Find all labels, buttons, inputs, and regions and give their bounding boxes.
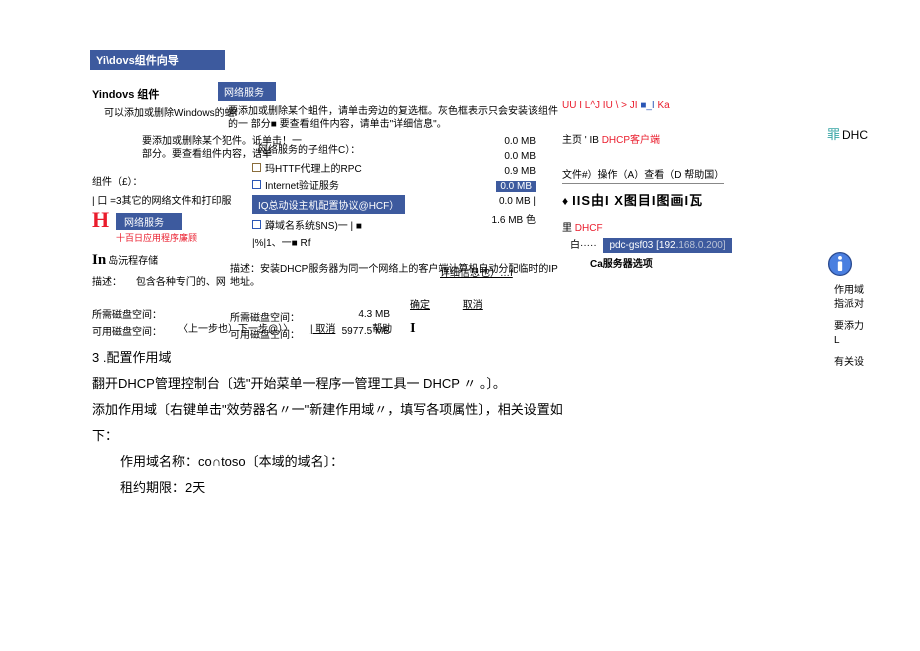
cancel-button-2[interactable]: | 取消 bbox=[310, 324, 335, 335]
remote-storage-label: 岛沅程存储 bbox=[108, 256, 158, 267]
network-services-label: 网络服务 bbox=[116, 213, 182, 230]
option-rf-label: |%|1、一■ Rf bbox=[252, 234, 310, 249]
document-body: 3 .配置作用域 翻开DHCP管理控制台〔选"开始菜单一程序一管理工具一 DHC… bbox=[92, 346, 563, 502]
desc-label: 描述： bbox=[92, 277, 122, 288]
scope-line4: L bbox=[834, 334, 864, 348]
checkbox-icon[interactable] bbox=[252, 163, 261, 172]
dhc-label: 罪DHC bbox=[827, 124, 868, 143]
toolbar-iis[interactable]: ♦IIS由I X图目I图画I瓦 bbox=[562, 190, 872, 209]
scope-info-text: 作用域 指派对 要添力 L 有关设 bbox=[834, 284, 864, 370]
iis-text: IIS由I X图目I图画I瓦 bbox=[572, 193, 703, 208]
home-label: 主页 ' IB bbox=[562, 135, 599, 146]
checkbox-icon[interactable] bbox=[252, 220, 261, 229]
size-4: 0.0 MB | bbox=[438, 196, 536, 207]
body-l5: 作用域名称：co∩toso〔本域的域名〕： bbox=[120, 450, 563, 474]
option-dhcp-highlighted[interactable]: IQ总动设主机配置协议@HCF） bbox=[252, 195, 405, 214]
line1-c: Ka bbox=[657, 100, 669, 111]
size-column: 0.0 MB 0.0 MB 0.9 MB 0.0 MB 0.0 MB | 1.6… bbox=[438, 136, 536, 230]
network-services-title: 网络服务 bbox=[218, 82, 276, 101]
size-3-highlighted: 0.0 MB bbox=[496, 181, 536, 192]
desc-text: 包含各种专门的、网 bbox=[136, 277, 226, 288]
wizard-titlebar: Yi\dovs组件向导 bbox=[90, 50, 225, 70]
size-2: 0.9 MB bbox=[438, 166, 536, 177]
tree-branch-icon: 白····· bbox=[570, 240, 597, 251]
dhcp-client-label: DHCP客户端 bbox=[599, 135, 660, 146]
checkbox-icon[interactable] bbox=[252, 180, 261, 189]
info-icon bbox=[826, 250, 854, 281]
wizard-nav-row: 〈上一步也）下一步@）〉 | 取消 帮助 I bbox=[178, 320, 444, 337]
network-services-para: 要添加或删除某个蛆件，请单击旁边的复选框。灰色框表示只会安装该组件的一 部分■ … bbox=[228, 105, 558, 131]
tree-root-label: DHCF bbox=[572, 223, 603, 234]
size-1: 0.0 MB bbox=[438, 151, 536, 162]
help-button[interactable]: 帮助 I bbox=[372, 324, 429, 335]
breadcrumb: 主页 ' IB DHCP客户端 bbox=[562, 131, 872, 146]
right-line1: UU I L^J IU \ > JI ■_I Ka bbox=[562, 100, 872, 111]
letter-h-icon: H bbox=[92, 207, 109, 233]
size-0: 0.0 MB bbox=[438, 136, 536, 147]
cancel-button[interactable]: 取消 bbox=[463, 300, 483, 311]
scope-line1: 作用域 bbox=[834, 284, 864, 298]
dhc-teal-icon: 罪 bbox=[827, 127, 840, 142]
line1-a: UU I L^J IU \ > JI bbox=[562, 100, 638, 111]
host-ip: 168.0.200] bbox=[678, 240, 725, 251]
diamond-icon: ♦ bbox=[562, 194, 569, 208]
body-l4: 下： bbox=[92, 424, 563, 448]
ok-cancel-row: 确定 取消 bbox=[410, 296, 513, 311]
scope-line5: 有关设 bbox=[834, 356, 864, 370]
size-5: 1.6 MB 色 bbox=[438, 211, 536, 226]
body-l2: 翻开DHCP管理控制台〔选"开始菜单一程序一管理工具一 DHCP 〃 。〕。 bbox=[92, 372, 563, 396]
scope-line3: 要添力 bbox=[834, 320, 864, 334]
line1-b: ■_I bbox=[638, 100, 658, 111]
option-rf[interactable]: |%|1、一■ Rf bbox=[252, 234, 558, 249]
tree-root[interactable]: 里 DHCF bbox=[562, 219, 872, 234]
letter-i-icon: I bbox=[410, 321, 415, 336]
right-panel: UU I L^J IU \ > JI ■_I Ka 主页 ' IB DHCP客户… bbox=[562, 100, 872, 270]
option-rpc-label: 玛HTTF代理上的RPC bbox=[265, 160, 362, 175]
details-button[interactable]: 详细信息也）…I bbox=[440, 264, 513, 279]
dhc-text: DHC bbox=[842, 128, 868, 142]
scope-line2: 指派对 bbox=[834, 298, 864, 312]
menu-bar[interactable]: 文件#）操作（A）查看（D 帮助国） bbox=[562, 166, 724, 184]
tree-root-bullet: 里 bbox=[562, 223, 572, 234]
body-l3: 添加作用域〔右键单击"效劳器名〃一"新建作用域〃，填写各项属性〕，相关设置如 bbox=[92, 398, 563, 422]
body-l1: 3 .配置作用域 bbox=[92, 346, 563, 370]
ok-button[interactable]: 确定 bbox=[410, 300, 430, 311]
prev-next-button[interactable]: 〈上一步也）下一步@）〉 bbox=[178, 324, 293, 335]
option-dns-label: 蹲域名系统§NS)一 | ■ bbox=[265, 217, 362, 232]
help-label: 帮助 bbox=[372, 324, 392, 335]
option-ias-label: Internet验证服务 bbox=[265, 177, 339, 192]
body-l6: 租约期限：2天 bbox=[120, 476, 563, 500]
host-name: pdc-gsf03 [192. bbox=[609, 240, 678, 251]
tree-host[interactable]: pdc-gsf03 [192.168.0.200] bbox=[603, 238, 731, 253]
